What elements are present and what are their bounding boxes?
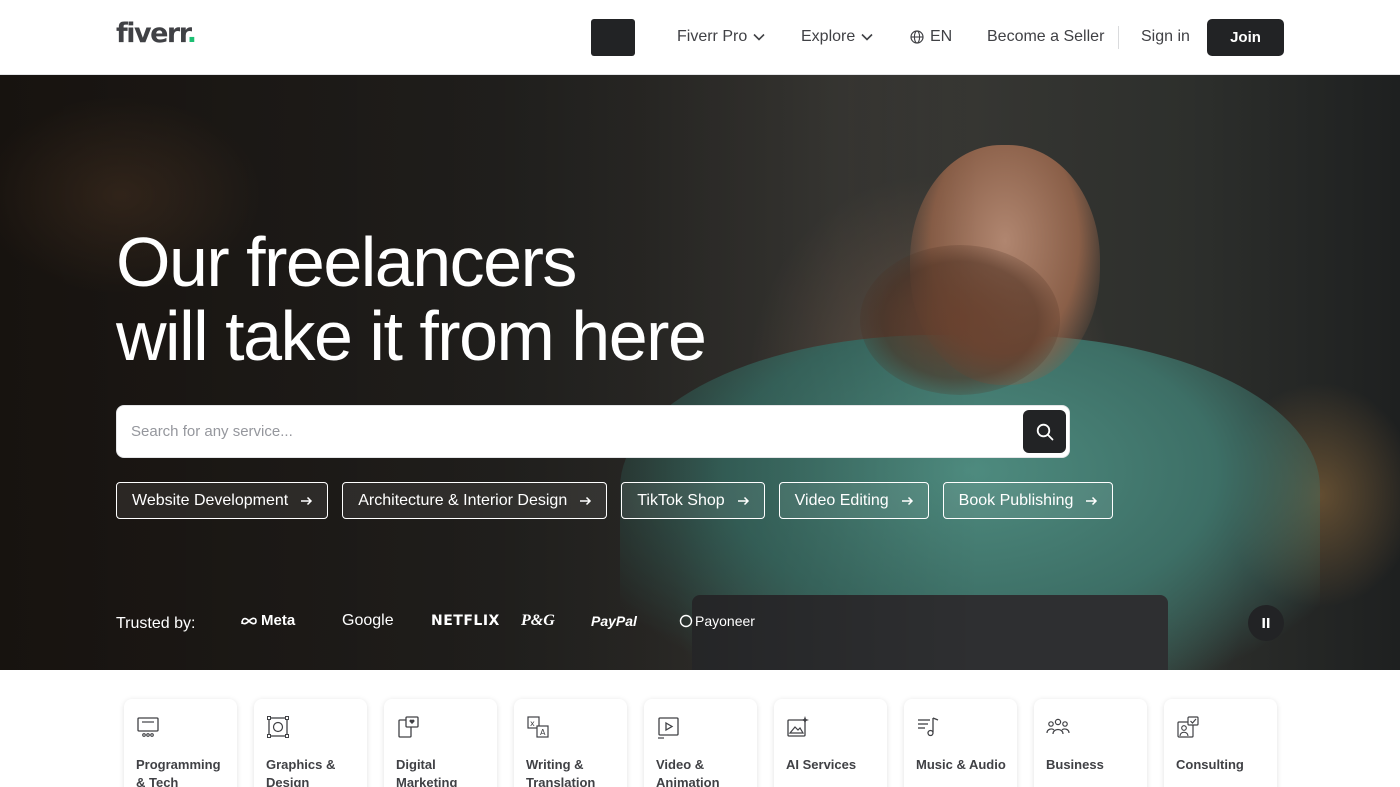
- payoneer-text: Payoneer: [695, 613, 755, 629]
- chevron-down-icon: [753, 33, 765, 41]
- category-label: Writing & Translation: [526, 757, 596, 787]
- search-button[interactable]: [1023, 410, 1066, 453]
- chip-label: TikTok Shop: [637, 491, 725, 509]
- category-cards: Programming & Tech Graphics & Design Dig…: [124, 699, 1277, 787]
- category-label: Music & Audio: [916, 757, 1006, 772]
- category-card-consulting[interactable]: Consulting: [1164, 699, 1277, 787]
- search-bar: [116, 405, 1070, 458]
- hero-section: Our freelancers will take it from here W…: [0, 75, 1400, 670]
- fiverr-logo[interactable]: fiverr.: [116, 18, 197, 50]
- logo-text: fiverr: [116, 18, 188, 49]
- design-icon: [267, 716, 289, 738]
- category-card-digital-marketing[interactable]: Digital Marketing: [384, 699, 497, 787]
- video-icon: [658, 717, 679, 739]
- arrow-right-icon: [1086, 496, 1098, 505]
- meta-text: Meta: [261, 612, 296, 629]
- headline-line-2: will take it from here: [116, 297, 707, 375]
- pause-icon: [1262, 618, 1270, 628]
- chip-label: Video Editing: [794, 491, 889, 509]
- category-label: Digital Marketing: [396, 757, 458, 787]
- netflix-logo: NETFLIX: [431, 613, 500, 629]
- translation-icon: xA: [527, 716, 549, 738]
- business-icon: [1046, 718, 1070, 735]
- chip-architecture-interior-design[interactable]: Architecture & Interior Design: [342, 482, 608, 519]
- music-icon: [918, 717, 939, 737]
- payoneer-logo: Payoneer: [679, 611, 755, 631]
- popular-services: Website Development Architecture & Inter…: [116, 482, 1114, 519]
- chip-book-publishing[interactable]: Book Publishing: [942, 482, 1114, 519]
- category-label: Programming & Tech: [136, 757, 221, 787]
- fiverr-pro-label: Fiverr Pro: [677, 28, 748, 45]
- arrow-right-icon: [580, 496, 592, 505]
- chip-video-editing[interactable]: Video Editing: [778, 482, 929, 519]
- category-label: Video & Animation: [656, 757, 720, 787]
- paypal-logo: PayPal: [591, 613, 637, 629]
- marketing-icon: [398, 716, 419, 738]
- arrow-right-icon: [301, 496, 313, 505]
- trusted-by-label: Trusted by:: [116, 615, 196, 632]
- fiverr-pro-menu[interactable]: Fiverr Pro: [677, 27, 765, 47]
- monitor-icon: [137, 717, 159, 737]
- ai-icon: [787, 716, 809, 737]
- hero-headline: Our freelancers will take it from here: [116, 223, 707, 375]
- consulting-icon: [1177, 716, 1199, 738]
- language-label: EN: [930, 28, 953, 45]
- logo-dot: .: [186, 18, 197, 49]
- chip-website-development[interactable]: Website Development: [116, 482, 329, 519]
- explore-label: Explore: [801, 28, 856, 45]
- join-button[interactable]: Join: [1207, 19, 1284, 56]
- category-label: Business: [1046, 757, 1104, 772]
- meta-infinity-icon: [241, 617, 257, 625]
- search-icon: [1036, 423, 1053, 440]
- become-seller-link[interactable]: Become a Seller: [987, 27, 1104, 47]
- category-card-business[interactable]: Business: [1034, 699, 1147, 787]
- sign-in-link[interactable]: Sign in: [1141, 27, 1190, 47]
- category-card-graphics-design[interactable]: Graphics & Design: [254, 699, 367, 787]
- top-navbar: fiverr. Fiverr Pro Explore EN Become a S…: [0, 0, 1400, 75]
- svg-text:A: A: [540, 728, 546, 737]
- payoneer-ring-icon: [679, 614, 693, 628]
- headline-line-1: Our freelancers: [116, 223, 577, 301]
- language-selector[interactable]: EN: [910, 27, 952, 47]
- category-label: Consulting: [1176, 757, 1244, 772]
- chevron-down-icon: [861, 33, 873, 41]
- category-card-writing-translation[interactable]: xA Writing & Translation: [514, 699, 627, 787]
- search-input[interactable]: [117, 406, 1007, 457]
- meta-logo: Meta: [240, 611, 295, 631]
- category-label: Graphics & Design: [266, 757, 336, 787]
- category-card-music-audio[interactable]: Music & Audio: [904, 699, 1017, 787]
- globe-icon: [910, 30, 924, 44]
- pg-logo: P&G: [521, 612, 555, 629]
- chip-label: Book Publishing: [958, 491, 1074, 509]
- category-label: AI Services: [786, 757, 857, 772]
- category-card-programming-tech[interactable]: Programming & Tech: [124, 699, 237, 787]
- video-pause-button[interactable]: [1248, 605, 1284, 641]
- chip-label: Website Development: [132, 491, 289, 509]
- chip-tiktok-shop[interactable]: TikTok Shop: [621, 482, 765, 519]
- svg-text:x: x: [530, 719, 535, 728]
- google-logo: Google: [342, 612, 394, 629]
- explore-menu[interactable]: Explore: [801, 27, 873, 47]
- promo-badge[interactable]: [591, 19, 635, 56]
- nav-divider: [1118, 26, 1119, 49]
- chip-label: Architecture & Interior Design: [358, 491, 568, 509]
- arrow-right-icon: [737, 496, 749, 505]
- category-card-video-animation[interactable]: Video & Animation: [644, 699, 757, 787]
- arrow-right-icon: [901, 496, 913, 505]
- category-card-ai-services[interactable]: AI Services: [774, 699, 887, 787]
